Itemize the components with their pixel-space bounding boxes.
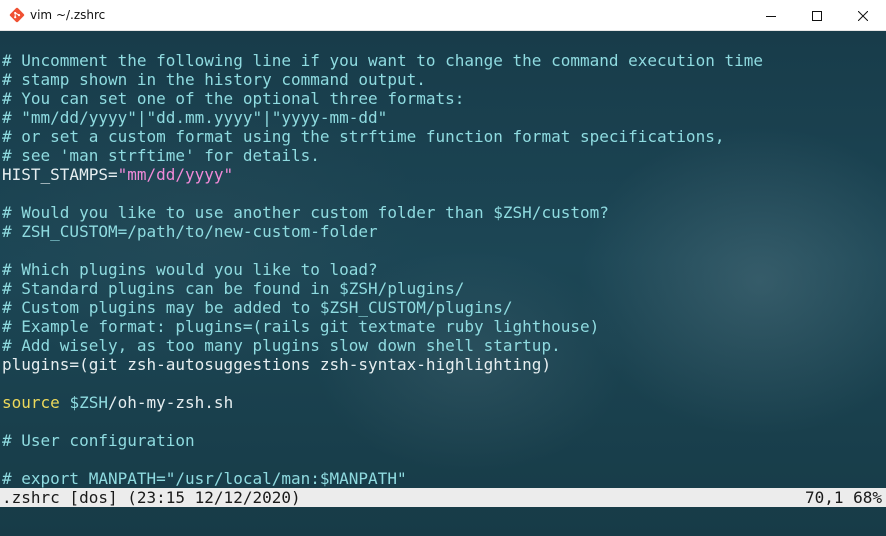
code-line[interactable]: # Which plugins would you like to load? (2, 260, 763, 279)
code-token-comment: # Custom plugins may be added to $ZSH_CU… (2, 298, 513, 317)
code-token-string: "mm/dd/yyyy" (117, 165, 234, 184)
code-token-comment: # Uncomment the following line if you wa… (2, 51, 763, 70)
code-token-comment: # or set a custom format using the strft… (2, 127, 725, 146)
vim-window: vim ~/.zshrc # Uncomment the following l… (0, 0, 886, 536)
status-file-info: .zshrc [dos] (23:15 12/12/2020) (2, 488, 301, 507)
code-line[interactable]: # or set a custom format using the strft… (2, 127, 763, 146)
code-line[interactable]: # stamp shown in the history command out… (2, 70, 763, 89)
code-token-plain: plugins=(git zsh-autosuggestions zsh-syn… (2, 355, 552, 374)
editor-buffer[interactable]: # Uncomment the following line if you wa… (2, 51, 763, 488)
code-line[interactable] (2, 241, 763, 260)
minimize-icon (766, 6, 776, 25)
code-line[interactable]: # Example format: plugins=(rails git tex… (2, 317, 763, 336)
terminal-area[interactable]: # Uncomment the following line if you wa… (0, 31, 886, 536)
code-line[interactable]: HIST_STAMPS="mm/dd/yyyy" (2, 165, 763, 184)
maximize-icon (812, 6, 822, 25)
code-token-comment: # "mm/dd/yyyy"|"dd.mm.yyyy"|"yyyy-mm-dd" (2, 108, 388, 127)
vim-command-line[interactable] (0, 507, 886, 536)
vim-status-line: .zshrc [dos] (23:15 12/12/2020) 70,1 68% (0, 488, 886, 507)
code-line[interactable]: # Standard plugins can be found in $ZSH/… (2, 279, 763, 298)
minimize-button[interactable] (748, 0, 794, 30)
code-line[interactable]: # Add wisely, as too many plugins slow d… (2, 336, 763, 355)
code-token-comment: # Standard plugins can be found in $ZSH/… (2, 279, 465, 298)
code-token-comment: # ZSH_CUSTOM=/path/to/new-custom-folder (2, 222, 378, 241)
code-line[interactable] (2, 374, 763, 393)
code-token-plain: /oh-my-zsh.sh (107, 393, 234, 412)
code-line[interactable]: # Uncomment the following line if you wa… (2, 51, 763, 70)
code-token-comment: # stamp shown in the history command out… (2, 70, 426, 89)
code-token-comment: # Example format: plugins=(rails git tex… (2, 317, 600, 336)
code-token-comment: # You can set one of the optional three … (2, 89, 465, 108)
code-line[interactable]: # export MANPATH="/usr/local/man:$MANPAT… (2, 469, 763, 488)
code-token-comment: # see 'man strftime' for details. (2, 146, 320, 165)
code-token-variable: $ZSH (69, 393, 108, 412)
code-line[interactable]: # ZSH_CUSTOM=/path/to/new-custom-folder (2, 222, 763, 241)
code-token-keyword: source (2, 393, 60, 412)
close-icon (857, 6, 869, 25)
code-line[interactable]: # "mm/dd/yyyy"|"dd.mm.yyyy"|"yyyy-mm-dd" (2, 108, 763, 127)
title-bar[interactable]: vim ~/.zshrc (0, 0, 886, 31)
code-token-comment: # Would you like to use another custom f… (2, 203, 609, 222)
close-button[interactable] (840, 0, 886, 30)
code-line[interactable] (2, 450, 763, 469)
status-cursor-position: 70,1 68% (804, 488, 882, 507)
window-title: vim ~/.zshrc (30, 8, 106, 22)
code-token-plain: HIST_STAMPS= (2, 165, 118, 184)
code-line[interactable] (2, 184, 763, 203)
code-line[interactable] (2, 412, 763, 431)
code-token-comment: # Which plugins would you like to load? (2, 260, 378, 279)
code-token-comment: # Add wisely, as too many plugins slow d… (2, 336, 561, 355)
code-token-comment: # export MANPATH="/usr/local/man:$MANPAT… (2, 469, 407, 488)
maximize-button[interactable] (794, 0, 840, 30)
code-line[interactable]: # Would you like to use another custom f… (2, 203, 763, 222)
code-line[interactable]: source $ZSH/oh-my-zsh.sh (2, 393, 763, 412)
code-line[interactable]: # see 'man strftime' for details. (2, 146, 763, 165)
git-logo-icon (9, 7, 25, 23)
code-line[interactable]: # You can set one of the optional three … (2, 89, 763, 108)
code-line[interactable]: # Custom plugins may be added to $ZSH_CU… (2, 298, 763, 317)
code-line[interactable]: plugins=(git zsh-autosuggestions zsh-syn… (2, 355, 763, 374)
code-line[interactable]: # User configuration (2, 431, 763, 450)
code-token-comment: # User configuration (2, 431, 195, 450)
